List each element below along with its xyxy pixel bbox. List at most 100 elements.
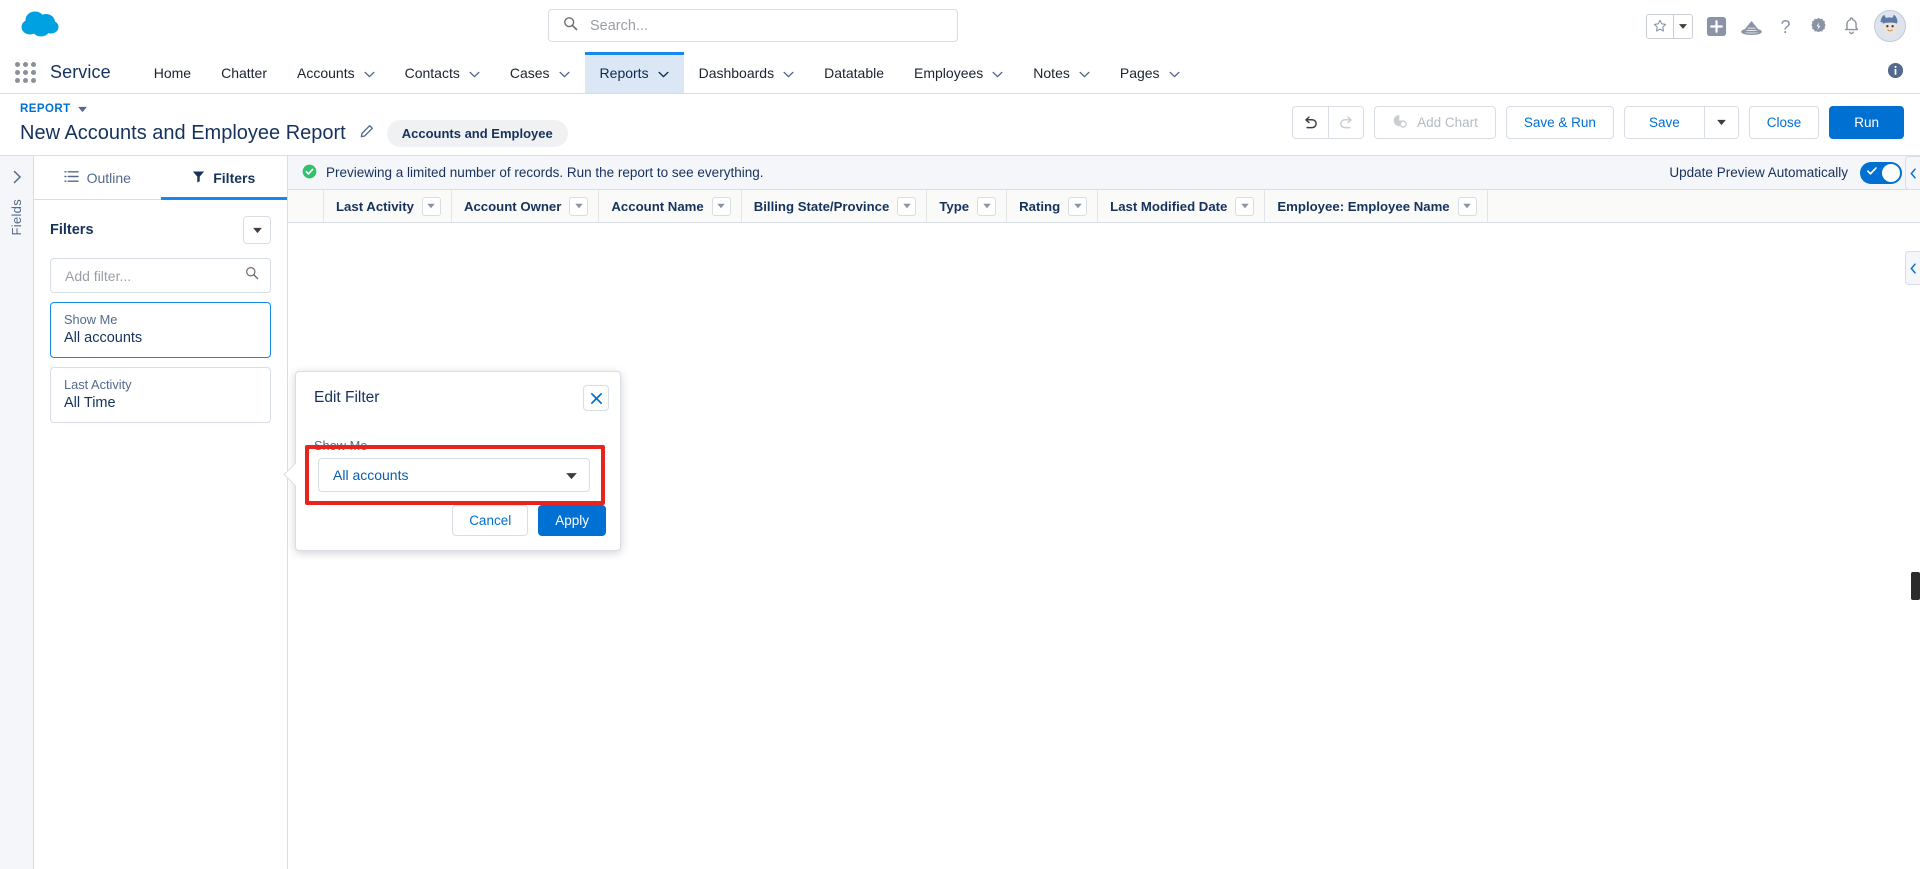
column-menu-icon[interactable] — [711, 196, 731, 216]
filter-card-label: Last Activity — [64, 377, 132, 392]
chevron-down-icon[interactable] — [364, 65, 375, 81]
column-menu-icon[interactable] — [421, 196, 441, 216]
global-search[interactable]: Search... — [548, 9, 958, 42]
nav-item-label: Datatable — [824, 64, 885, 81]
nav-item-accounts[interactable]: Accounts — [282, 52, 390, 93]
nav-item-dashboards[interactable]: Dashboards — [684, 52, 810, 93]
favorites-group[interactable] — [1646, 13, 1693, 39]
nav-item-home[interactable]: Home — [139, 52, 206, 93]
chevron-right-icon[interactable] — [12, 170, 22, 189]
add-chart-button[interactable]: Add Chart — [1374, 106, 1496, 139]
save-and-run-button[interactable]: Save & Run — [1505, 106, 1614, 139]
column-menu-icon[interactable] — [1068, 196, 1088, 216]
nav-item-label: Pages — [1119, 64, 1160, 81]
column-menu-icon[interactable] — [977, 196, 997, 216]
nav-item-label: Accounts — [297, 64, 355, 81]
caret-down-icon[interactable] — [77, 100, 87, 118]
pencil-icon[interactable] — [359, 124, 374, 144]
nav-item-chatter[interactable]: Chatter — [206, 52, 282, 93]
user-avatar[interactable] — [1874, 10, 1906, 42]
nav-item-label: Home — [153, 64, 192, 81]
panel-tabs: Outline Filters — [34, 156, 287, 200]
salesforce-cloud-logo[interactable] — [18, 8, 64, 40]
chevron-down-icon[interactable] — [783, 65, 794, 81]
nav-item-cases[interactable]: Cases — [495, 52, 585, 93]
preview-status-bar: Previewing a limited number of records. … — [288, 156, 1920, 190]
trailhead-icon[interactable] — [1740, 17, 1763, 36]
filter-card-value: All accounts — [64, 330, 143, 346]
nav-item-notes[interactable]: Notes — [1018, 52, 1105, 93]
fields-rail-label: Fields — [9, 199, 24, 236]
column-menu-icon[interactable] — [569, 196, 589, 216]
chevron-down-icon[interactable] — [1169, 65, 1180, 81]
bell-icon[interactable] — [1842, 16, 1861, 36]
fields-rail[interactable]: Fields — [0, 156, 34, 869]
vertical-scrollbar-thumb[interactable] — [1911, 572, 1920, 600]
column-menu-icon[interactable] — [1457, 196, 1477, 216]
nav-item-contacts[interactable]: Contacts — [390, 52, 495, 93]
chevron-down-icon[interactable] — [658, 65, 669, 81]
save-button-group: Save — [1623, 106, 1739, 139]
app-navigation-bar: Service Home Chatter Accounts Contacts C… — [0, 52, 1920, 94]
filter-card-last-activity[interactable]: Last Activity All Time — [50, 367, 271, 423]
plus-icon[interactable] — [1706, 16, 1727, 37]
chevron-down-icon[interactable] — [469, 65, 480, 81]
right-panel-collapse-handle-top[interactable] — [1905, 156, 1920, 190]
redo-icon[interactable] — [1328, 107, 1364, 138]
success-check-icon — [302, 164, 317, 182]
apply-button[interactable]: Apply — [538, 505, 606, 536]
outline-icon — [63, 170, 79, 186]
tab-filters[interactable]: Filters — [160, 156, 288, 200]
show-me-select[interactable]: All accounts — [318, 458, 590, 492]
column-menu-icon[interactable] — [897, 196, 917, 216]
app-name: Service — [50, 62, 111, 82]
undo-icon[interactable] — [1293, 107, 1329, 138]
nav-item-reports[interactable]: Reports — [584, 52, 684, 93]
cancel-button[interactable]: Cancel — [452, 505, 529, 536]
filter-card-show-me[interactable]: Show Me All accounts — [50, 302, 271, 358]
nav-item-datatable[interactable]: Datatable — [809, 52, 899, 93]
search-input-placeholder: Search... — [590, 17, 649, 34]
filters-menu-button[interactable] — [243, 216, 271, 244]
chevron-down-icon[interactable] — [559, 65, 570, 81]
column-header-type[interactable]: Type — [927, 190, 1008, 222]
chevron-down-icon[interactable] — [992, 65, 1003, 81]
column-header-last-activity[interactable]: Last Activity — [324, 190, 452, 222]
close-button[interactable]: Close — [1748, 106, 1820, 139]
chevron-down-icon[interactable] — [1079, 65, 1090, 81]
caret-down-icon[interactable] — [566, 467, 577, 483]
run-button[interactable]: Run — [1829, 106, 1904, 139]
nav-items: Home Chatter Accounts Contacts Cases Rep… — [139, 52, 1195, 93]
search-icon — [245, 266, 259, 285]
left-panel: Outline Filters Filters Add filter... Sh… — [34, 156, 288, 869]
column-header-last-modified-date[interactable]: Last Modified Date — [1098, 190, 1266, 222]
save-options-caret-icon[interactable] — [1703, 107, 1738, 138]
update-preview-control: Update Preview Automatically — [1669, 161, 1902, 184]
gear-icon[interactable] — [1808, 16, 1829, 37]
column-header-rating[interactable]: Rating — [1007, 190, 1099, 222]
save-button[interactable]: Save — [1624, 107, 1704, 138]
column-header-employee-name[interactable]: Employee: Employee Name — [1265, 190, 1488, 222]
favorites-caret-icon[interactable] — [1673, 14, 1692, 38]
info-icon[interactable] — [1887, 62, 1904, 84]
right-panel-collapse-handle-middle[interactable] — [1905, 251, 1920, 285]
app-launcher-icon[interactable] — [0, 52, 50, 93]
global-header: Search... ? — [0, 0, 1920, 52]
add-filter-placeholder: Add filter... — [65, 267, 132, 284]
add-filter-input[interactable]: Add filter... — [50, 258, 271, 293]
update-preview-toggle[interactable] — [1860, 161, 1902, 184]
filter-card-value: All Time — [64, 395, 116, 411]
nav-item-pages[interactable]: Pages — [1105, 52, 1195, 93]
star-icon[interactable] — [1647, 14, 1673, 38]
question-mark-icon[interactable]: ? — [1776, 16, 1795, 37]
column-header-label: Type — [939, 198, 970, 214]
close-x-icon[interactable] — [583, 385, 609, 411]
column-header-account-name[interactable]: Account Name — [599, 190, 742, 222]
nav-item-employees[interactable]: Employees — [899, 52, 1018, 93]
column-menu-icon[interactable] — [1235, 196, 1255, 216]
report-header-actions: Add Chart Save & Run Save Close Run — [1292, 106, 1904, 139]
column-header-account-owner[interactable]: Account Owner — [452, 190, 600, 222]
tab-outline[interactable]: Outline — [34, 156, 161, 199]
column-header-billing-state-province[interactable]: Billing State/Province — [742, 190, 928, 222]
filters-header: Filters — [50, 216, 271, 244]
